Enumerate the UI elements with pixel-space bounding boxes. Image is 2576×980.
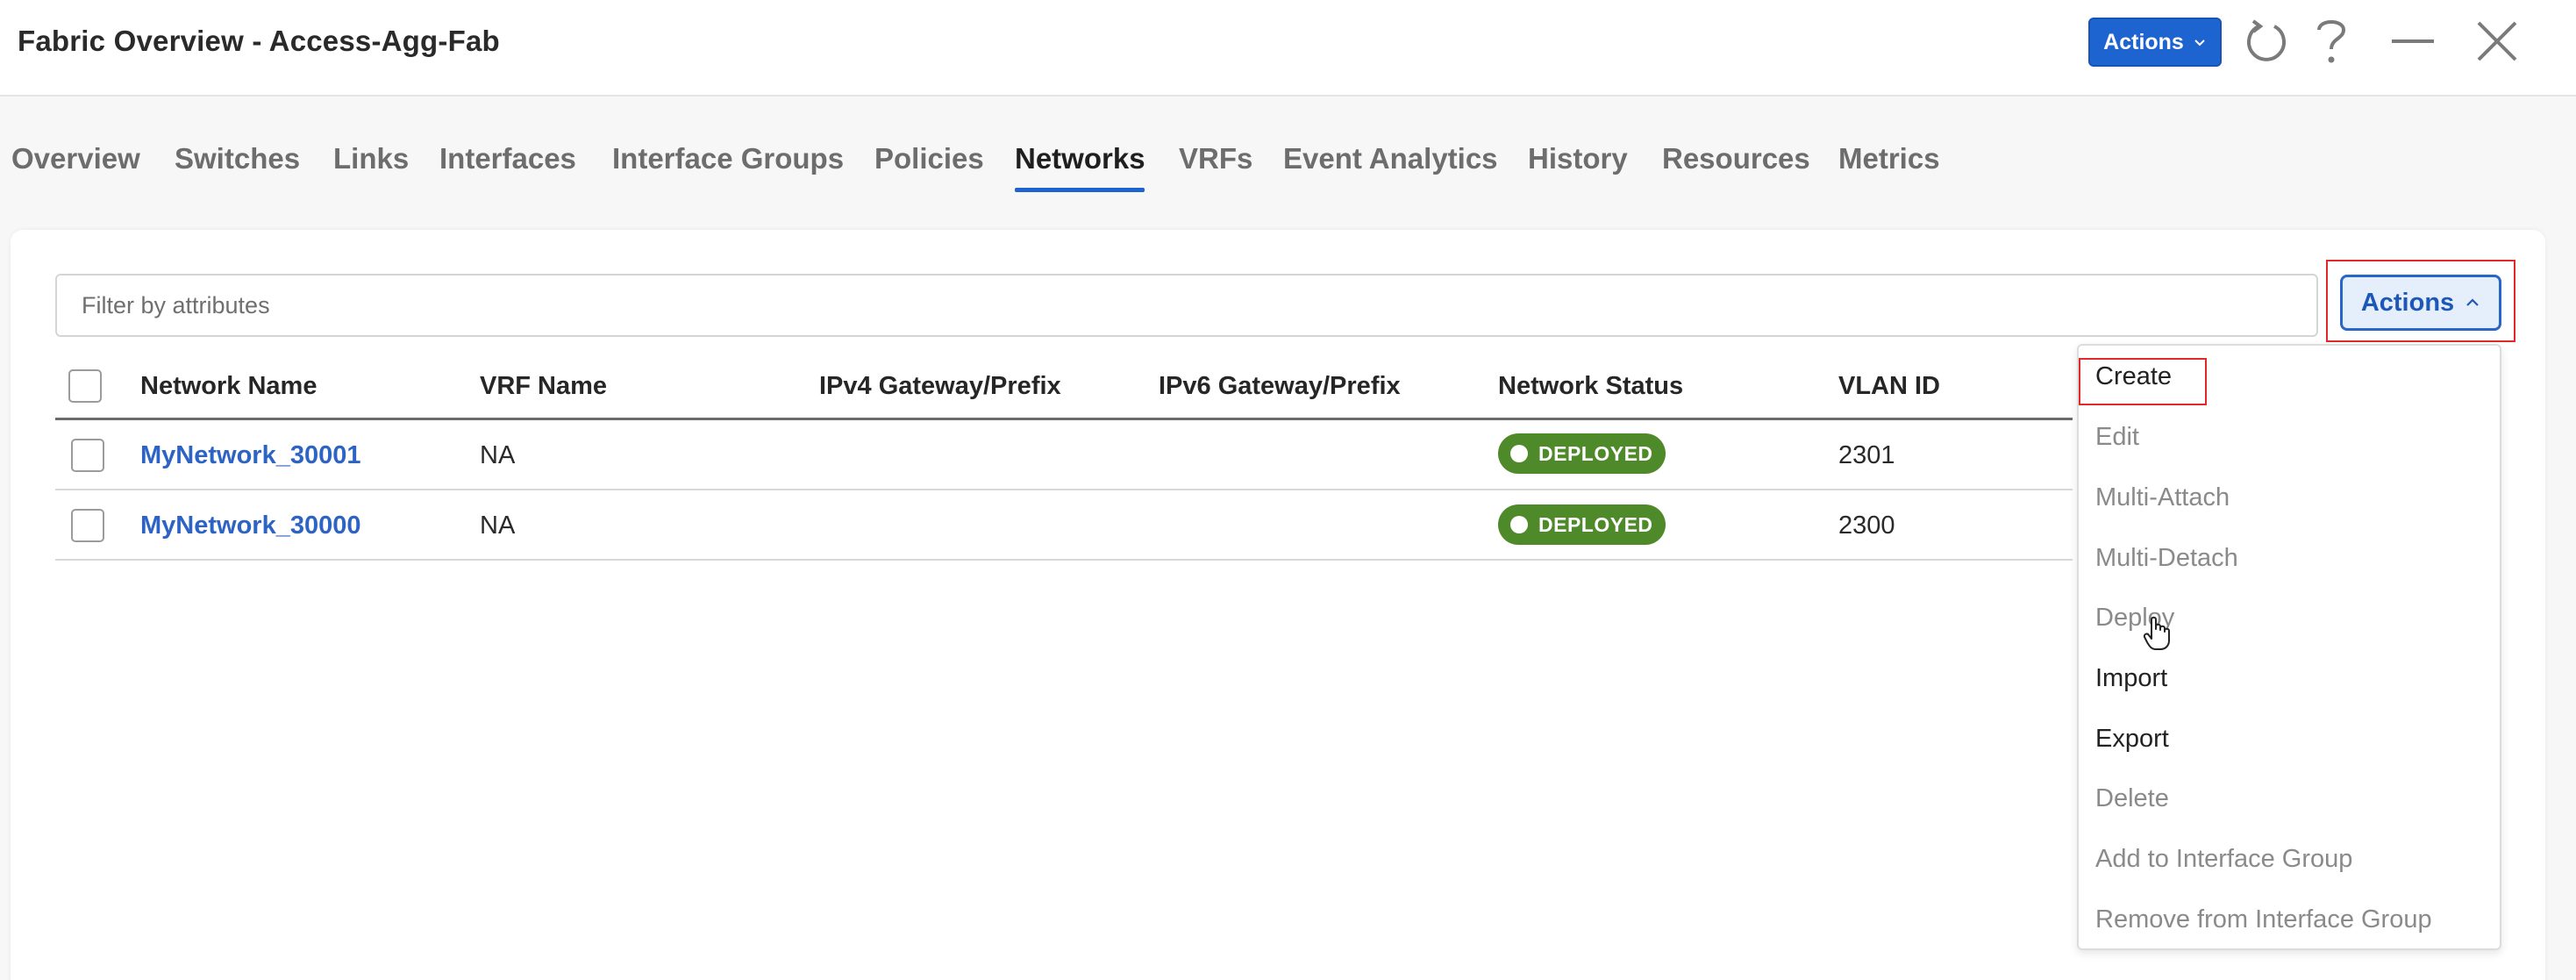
actions-button[interactable]: Actions [2340,275,2501,331]
actions-label: Actions [2360,288,2455,317]
column-header-vlan-id[interactable]: VLAN ID [1838,372,1940,401]
tab-networks[interactable]: Networks [1015,142,1145,175]
menu-item-delete[interactable]: Delete [2095,784,2169,813]
tab-links[interactable]: Links [333,142,409,175]
select-all-checkbox[interactable] [68,369,102,403]
column-header-ipv4-gateway[interactable]: IPv4 Gateway/Prefix [819,372,1061,401]
status-label: DEPLOYED [1538,512,1653,536]
menu-item-remove-from-interface-group[interactable]: Remove from Interface Group [2095,905,2432,934]
menu-item-export[interactable]: Export [2095,725,2169,754]
tab-bar: Overview Switches Links Interfaces Inter… [0,97,2576,200]
status-label: DEPLOYED [1538,441,1653,465]
vlan-id-cell: 2301 [1838,441,1895,469]
close-icon[interactable] [2475,16,2519,68]
window-header: Fabric Overview - Access-Agg-Fab Actions [0,0,2576,97]
tab-policies[interactable]: Policies [874,142,984,175]
tab-interfaces[interactable]: Interfaces [439,142,576,175]
tab-overview[interactable]: Overview [11,142,140,175]
vlan-id-cell: 2300 [1838,511,1895,540]
status-dot-icon [1510,445,1528,462]
header-actions-label: Actions [2103,29,2184,54]
column-header-ipv6-gateway[interactable]: IPv6 Gateway/Prefix [1159,372,1401,401]
row-checkbox[interactable] [71,509,104,542]
active-tab-indicator [1015,188,1145,192]
status-badge: DEPLOYED [1498,433,1666,474]
table-header-divider [55,418,2073,420]
hand-cursor-icon [2143,616,2170,650]
tab-resources[interactable]: Resources [1662,142,1810,175]
network-name-link[interactable]: MyNetwork_30001 [140,441,360,470]
refresh-icon[interactable] [2241,16,2290,68]
header-actions-button[interactable]: Actions [2088,18,2222,67]
tab-history[interactable]: History [1528,142,1628,175]
help-icon[interactable] [2312,16,2351,68]
chevron-down-icon [2194,39,2205,46]
column-header-network-name[interactable]: Network Name [140,372,317,401]
row-divider [55,559,2073,561]
chevron-up-icon [2466,298,2479,306]
menu-item-edit[interactable]: Edit [2095,423,2139,452]
column-header-vrf-name[interactable]: VRF Name [480,372,607,401]
tab-switches[interactable]: Switches [175,142,300,175]
minimize-icon[interactable] [2390,16,2436,68]
menu-item-multi-attach[interactable]: Multi-Attach [2095,483,2230,512]
tab-metrics[interactable]: Metrics [1838,142,1940,175]
menu-item-create[interactable]: Create [2095,362,2172,391]
network-name-link[interactable]: MyNetwork_30000 [140,511,360,540]
menu-item-add-to-interface-group[interactable]: Add to Interface Group [2095,845,2352,874]
filter-input[interactable] [55,274,2318,337]
row-checkbox[interactable] [71,439,104,472]
tab-event-analytics[interactable]: Event Analytics [1283,142,1498,175]
menu-item-import[interactable]: Import [2095,664,2167,693]
column-header-network-status[interactable]: Network Status [1498,372,1683,401]
tab-vrfs[interactable]: VRFs [1179,142,1252,175]
menu-item-multi-detach[interactable]: Multi-Detach [2095,544,2238,573]
page-title: Fabric Overview - Access-Agg-Fab [18,25,500,57]
vrf-name-cell: NA [480,511,516,540]
tab-interface-groups[interactable]: Interface Groups [612,142,844,175]
vrf-name-cell: NA [480,441,516,469]
status-dot-icon [1510,516,1528,533]
row-divider [55,489,2073,490]
status-badge: DEPLOYED [1498,504,1666,545]
